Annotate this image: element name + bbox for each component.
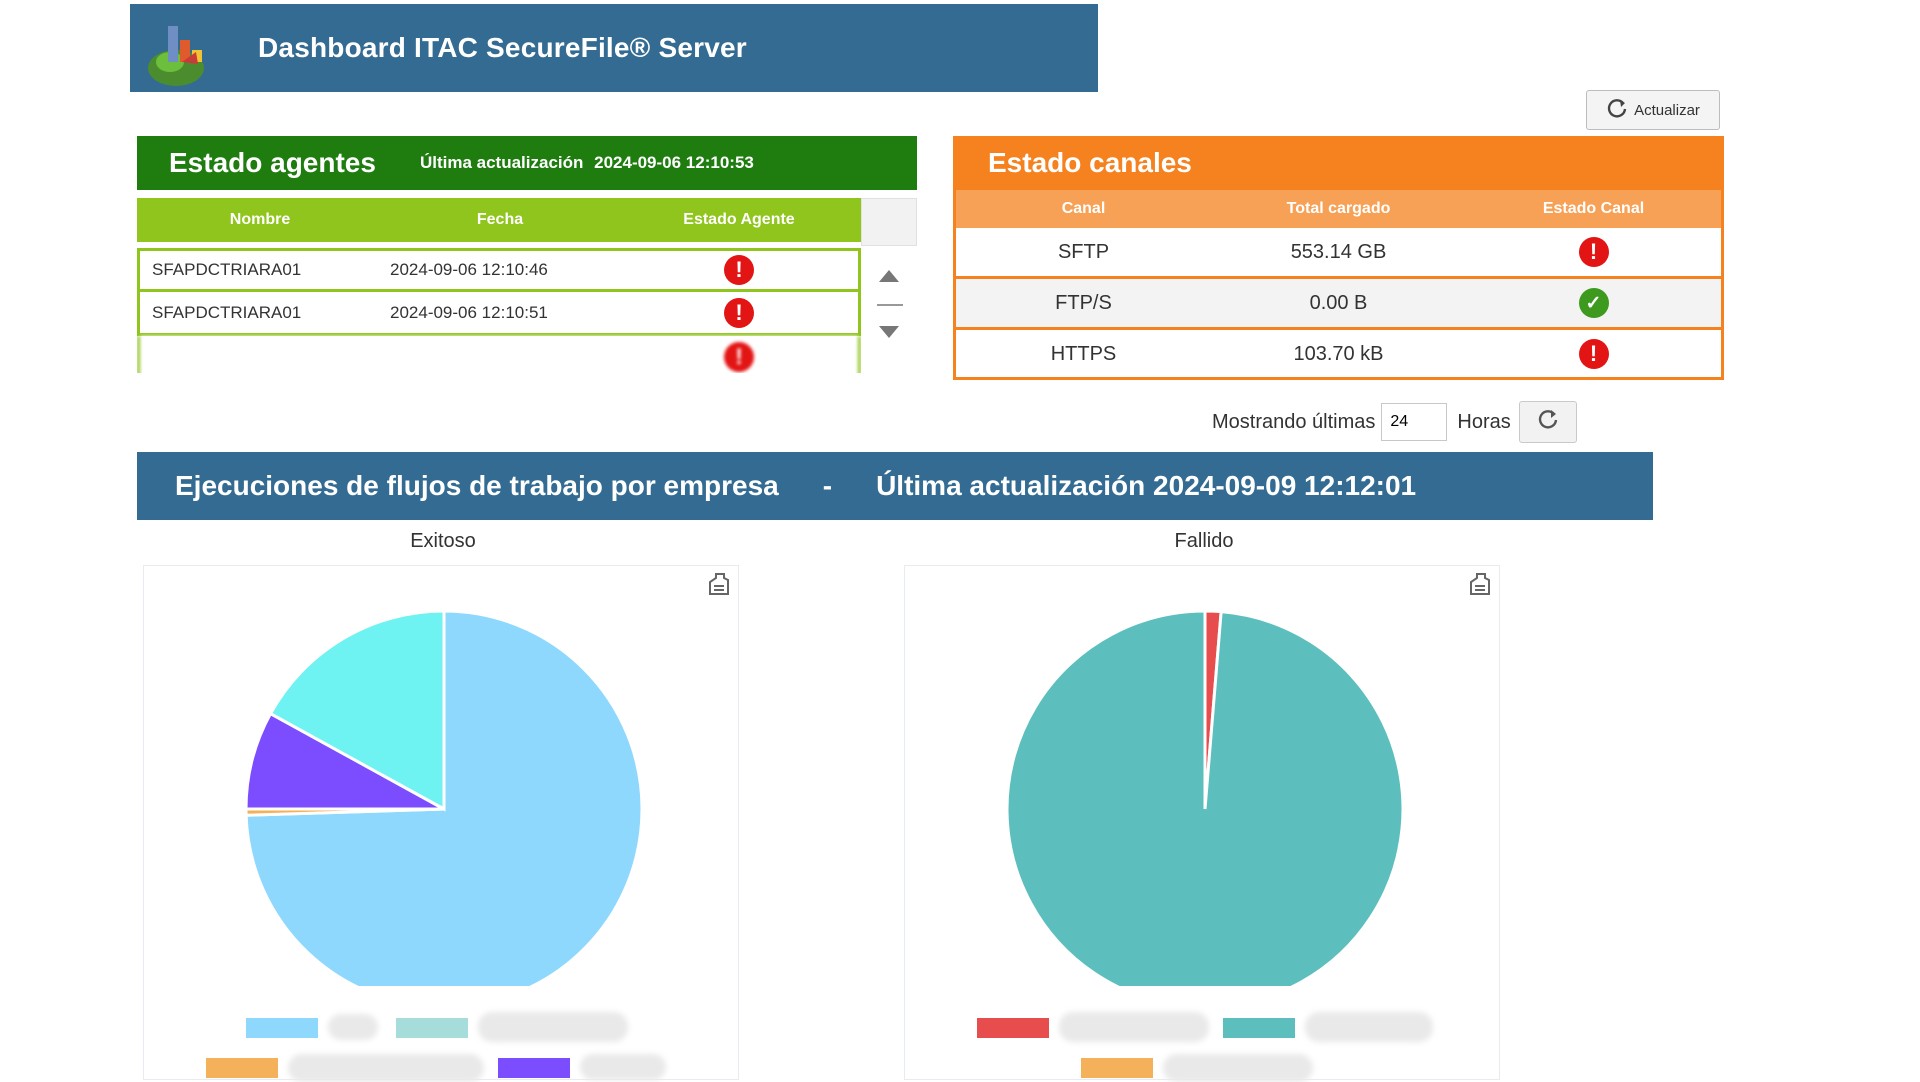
agent-name: SFAPDCTRIARA01 — [152, 260, 302, 279]
hours-prefix: Mostrando últimas — [1212, 410, 1376, 433]
legend-swatch[interactable] — [498, 1058, 570, 1078]
dashboard-chart-icon — [138, 4, 218, 92]
hours-selector: Mostrando últimas Horas — [1212, 400, 1577, 444]
table-row[interactable]: FTP/S 0.00 B ✓ — [956, 276, 1721, 327]
dashboard-header: Dashboard ITAC SecureFile® Server — [130, 4, 1098, 92]
agents-last-update-label: Última actualización — [419, 153, 584, 172]
error-icon: ! — [1578, 237, 1609, 267]
agent-date: 2024-09-06 12:10:51 — [390, 302, 548, 322]
chart-title-exitoso: Exitoso — [410, 530, 476, 552]
table-row[interactable]: HTTPS 103.70 kB ! — [956, 327, 1721, 378]
legend-swatch[interactable] — [977, 1018, 1049, 1038]
agents-title: Estado agentes — [169, 147, 376, 178]
col-header-status[interactable]: Estado Agente — [620, 211, 858, 229]
agents-last-update-value: 2024-09-06 12:10:53 — [594, 153, 754, 172]
refresh-icon — [1606, 97, 1628, 123]
col-header-channel-status[interactable]: Estado Canal — [1466, 200, 1721, 218]
pie-slice[interactable] — [1005, 609, 1405, 986]
channel-name: SFTP — [1057, 240, 1110, 263]
channel-name: FTP/S — [1055, 291, 1112, 314]
agents-panel: Estado agentes Última actualización 2024… — [137, 136, 917, 373]
executions-last-update: Última actualización 2024-09-09 12:12:01 — [876, 470, 1417, 501]
hours-suffix: Horas — [1457, 410, 1511, 433]
chart-title-fallido: Fallido — [1174, 530, 1234, 552]
executions-separator: - — [822, 470, 833, 501]
table-row-partial: ! — [137, 336, 861, 373]
scroll-down-icon[interactable] — [879, 326, 899, 338]
legend-swatch[interactable] — [206, 1058, 278, 1078]
scroll-thumb[interactable] — [877, 304, 903, 306]
col-header-name[interactable]: Nombre — [140, 211, 380, 229]
legend-label-hidden — [1059, 1012, 1209, 1042]
agents-scrollbar[interactable] — [861, 198, 917, 373]
agent-date: 2024-09-06 12:10:46 — [390, 260, 548, 279]
executions-banner: Ejecuciones de flujos de trabajo por emp… — [137, 452, 1653, 520]
error-icon: ! — [1578, 339, 1609, 369]
agents-last-update: Última actualización 2024-09-06 12:10:53 — [414, 153, 754, 173]
agents-table: Nombre Fecha Estado Agente SFAPDCTRIARA0… — [137, 198, 861, 373]
legend-swatch[interactable] — [1223, 1018, 1295, 1038]
page-title: Dashboard ITAC SecureFile® Server — [258, 32, 747, 63]
refresh-label: Actualizar — [1634, 101, 1700, 119]
legend-label-hidden — [1163, 1054, 1313, 1082]
col-header-date[interactable]: Fecha — [380, 211, 620, 229]
table-row[interactable]: SFTP 553.14 GB ! — [956, 228, 1721, 276]
refresh-button[interactable]: Actualizar — [1586, 90, 1720, 130]
pie-chart-exitoso — [143, 565, 739, 1082]
scroll-up-icon[interactable] — [879, 270, 899, 282]
col-header-total[interactable]: Total cargado — [1211, 200, 1466, 218]
refresh-icon — [1536, 407, 1560, 437]
pie-svg-fallido — [1005, 609, 1405, 986]
channel-total: 553.14 GB — [1290, 240, 1387, 263]
hours-input[interactable] — [1381, 403, 1448, 441]
channels-panel: Estado canales Canal Total cargado Estad… — [953, 136, 1724, 380]
scrollbar-corner — [861, 198, 917, 246]
legend-label-hidden — [1305, 1012, 1433, 1042]
channels-title: Estado canales — [956, 136, 1721, 190]
legend-swatch[interactable] — [1081, 1058, 1153, 1078]
legend-label-hidden — [580, 1054, 666, 1080]
executions-title: Ejecuciones de flujos de trabajo por emp… — [175, 470, 779, 501]
legend-swatch[interactable] — [396, 1018, 468, 1038]
legend-label-hidden — [478, 1012, 628, 1042]
pie-chart-fallido — [904, 565, 1500, 1082]
ok-icon: ✓ — [1578, 288, 1609, 318]
table-row[interactable]: SFAPDCTRIARA01 2024-09-06 12:10:51 ! — [137, 292, 861, 336]
agent-name: SFAPDCTRIARA01 — [152, 302, 302, 322]
error-icon: ! — [724, 255, 754, 285]
legend-swatch[interactable] — [246, 1018, 318, 1038]
legend-label-hidden — [288, 1054, 484, 1082]
pie-svg-exitoso — [244, 609, 644, 986]
channel-name: HTTPS — [1050, 342, 1117, 365]
error-icon: ! — [724, 297, 754, 328]
agents-header: Estado agentes Última actualización 2024… — [137, 136, 917, 190]
channel-total: 103.70 kB — [1293, 342, 1384, 365]
hours-refresh-button[interactable] — [1518, 401, 1577, 443]
table-row[interactable]: SFAPDCTRIARA01 2024-09-06 12:10:46 ! — [137, 248, 861, 292]
col-header-channel[interactable]: Canal — [956, 200, 1211, 218]
legend-label-hidden — [328, 1014, 378, 1040]
channels-table-header: Canal Total cargado Estado Canal — [956, 190, 1721, 228]
agents-table-header: Nombre Fecha Estado Agente — [137, 198, 861, 242]
error-icon: ! — [724, 341, 754, 372]
channel-total: 0.00 B — [1309, 291, 1368, 314]
